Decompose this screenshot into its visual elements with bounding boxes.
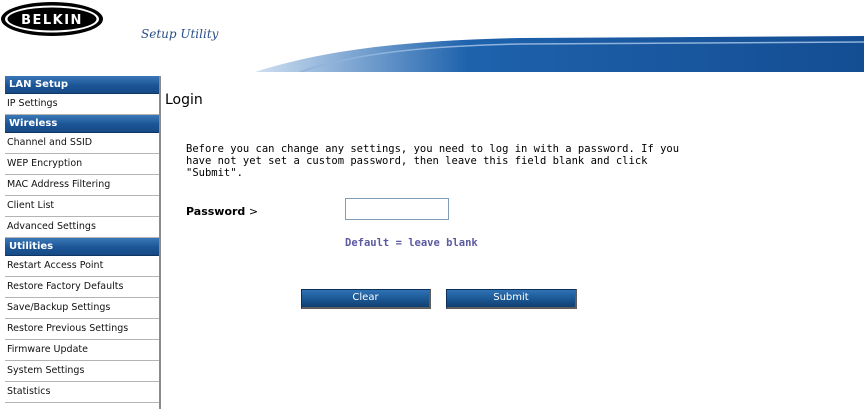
- sidebar-item-channel-ssid[interactable]: Channel and SSID: [5, 133, 159, 154]
- setup-utility-title: Setup Utility: [141, 27, 219, 41]
- sidebar-item-mac-filtering[interactable]: MAC Address Filtering: [5, 175, 159, 196]
- header-banner: BELKIN Setup Utility: [0, 0, 864, 72]
- clear-button[interactable]: Clear: [301, 289, 431, 309]
- password-label: Password >: [186, 205, 258, 218]
- sidebar-item-save-backup[interactable]: Save/Backup Settings: [5, 298, 159, 319]
- password-label-text: Password: [186, 205, 246, 218]
- sidebar-item-statistics[interactable]: Statistics: [5, 382, 159, 403]
- sidebar-nav: LAN Setup IP Settings Wireless Channel a…: [5, 76, 161, 409]
- sidebar-item-wep-encryption[interactable]: WEP Encryption: [5, 154, 159, 175]
- sidebar-item-system-settings[interactable]: System Settings: [5, 361, 159, 382]
- header-swoosh: [255, 36, 864, 72]
- belkin-logo: BELKIN: [1, 2, 103, 36]
- svg-text:BELKIN: BELKIN: [21, 13, 83, 28]
- password-arrow: >: [248, 205, 259, 218]
- password-input[interactable]: [345, 198, 449, 220]
- sidebar-item-advanced-settings[interactable]: Advanced Settings: [5, 217, 159, 238]
- sidebar-item-restore-factory[interactable]: Restore Factory Defaults: [5, 277, 159, 298]
- default-password-hint: Default = leave blank: [345, 237, 478, 249]
- sidebar-item-ip-settings[interactable]: IP Settings: [5, 94, 159, 115]
- sidebar-heading-wireless: Wireless: [5, 115, 159, 133]
- sidebar-heading-utilities: Utilities: [5, 238, 159, 256]
- sidebar-item-restore-previous[interactable]: Restore Previous Settings: [5, 319, 159, 340]
- page-title: Login: [165, 92, 203, 108]
- sidebar-item-client-list[interactable]: Client List: [5, 196, 159, 217]
- submit-button[interactable]: Submit: [446, 289, 577, 309]
- sidebar-item-firmware-update[interactable]: Firmware Update: [5, 340, 159, 361]
- sidebar-item-restart-ap[interactable]: Restart Access Point: [5, 256, 159, 277]
- sidebar-heading-lan-setup: LAN Setup: [5, 76, 159, 94]
- login-instructions: Before you can change any settings, you …: [186, 143, 680, 179]
